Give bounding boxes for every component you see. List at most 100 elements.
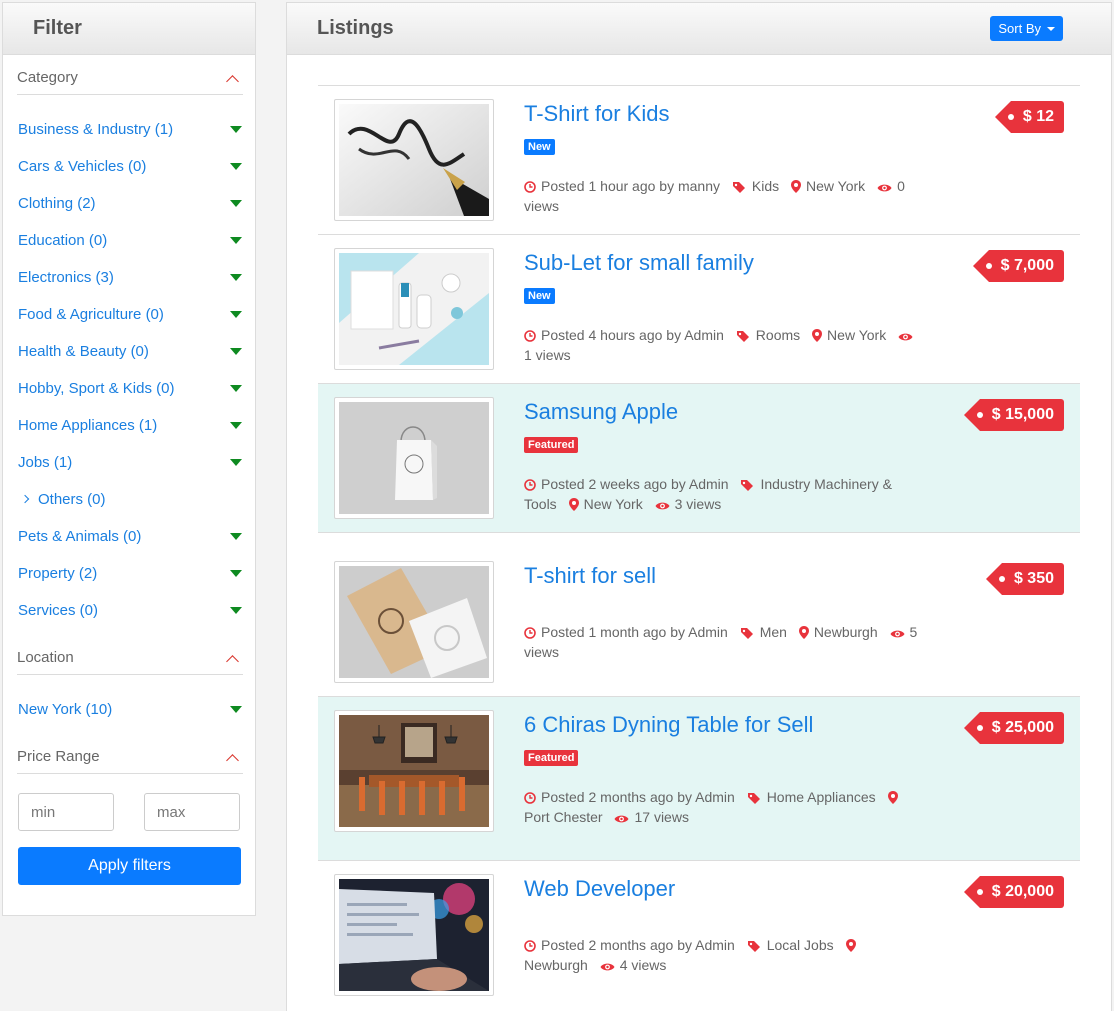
listing-location[interactable]: Newburgh [524,957,588,973]
category-item[interactable]: Electronics (3) [18,265,244,289]
category-item[interactable]: Food & Agriculture (0) [18,302,244,326]
listing-thumbnail[interactable] [334,397,494,519]
listing-image [339,879,489,991]
listing-badge: New [524,288,555,304]
price-range-header[interactable]: Price Range [17,744,243,774]
clock-icon [524,940,536,952]
expand-triangle-icon[interactable] [230,569,242,577]
listing-thumbnail[interactable] [334,561,494,683]
category-item-label: Property (2) [18,564,98,582]
tag-icon [736,331,749,342]
listing-row[interactable]: Sub-Let for small family New Posted 4 hour… [318,235,1080,384]
expand-triangle-icon[interactable] [230,273,242,281]
min-price-input[interactable] [18,793,114,831]
category-item[interactable]: Hobby, Sport & Kids (0) [18,376,244,400]
location-item-new-york[interactable]: New York (10) [18,697,244,721]
category-item[interactable]: Others (0) [18,487,244,511]
listing-location[interactable]: New York [827,327,886,343]
map-pin-icon [798,626,809,639]
listing-category[interactable]: Rooms [756,327,800,343]
category-item[interactable]: Jobs (1) [18,450,244,474]
collapse-icon[interactable] [226,655,239,668]
category-item[interactable]: Services (0) [18,598,244,622]
listings-panel: Listings Sort By T-Shirt for Kids New Post… [286,2,1112,1011]
category-item[interactable]: Cars & Vehicles (0) [18,154,244,178]
listing-title[interactable]: Web Developer [524,876,675,902]
category-item[interactable]: Business & Industry (1) [18,117,244,141]
listing-meta: Posted 2 months ago by Admin Home Applia… [524,787,924,827]
category-item-label: Others (0) [38,490,106,508]
price-tag: $ 350 [985,563,1064,595]
price-range-label: Price Range [17,748,100,765]
listing-row[interactable]: Samsung Apple Featured Posted 2 weeks ago … [318,384,1080,533]
listing-title[interactable]: Samsung Apple [524,399,678,425]
map-pin-icon [845,939,856,952]
expand-triangle-icon[interactable] [230,125,242,133]
eye-icon [655,502,670,510]
listing-thumbnail[interactable] [334,248,494,370]
apply-filters-button[interactable]: Apply filters [18,847,241,885]
category-item-label: Clothing (2) [18,194,96,212]
expand-triangle-icon[interactable] [230,421,242,429]
category-item[interactable]: Health & Beauty (0) [18,339,244,363]
listing-title[interactable]: Sub-Let for small family [524,250,754,276]
chevron-right-icon[interactable] [20,494,30,503]
category-item-label: Pets & Animals (0) [18,527,142,545]
sort-by-label: Sort By [998,21,1041,36]
expand-triangle-icon[interactable] [230,458,242,466]
max-price-input[interactable] [144,793,240,831]
map-pin-icon [568,498,579,511]
expand-triangle-icon[interactable] [230,236,242,244]
listing-category[interactable]: Local Jobs [767,937,834,953]
expand-triangle-icon[interactable] [230,199,242,207]
listing-thumbnail[interactable] [334,710,494,832]
listing-location[interactable]: New York [806,178,865,194]
collapse-icon[interactable] [226,75,239,88]
listing-meta: Posted 1 hour ago by manny Kids New York… [524,176,924,216]
listing-title[interactable]: 6 Chiras Dyning Table for Sell [524,712,813,738]
listing-thumbnail[interactable] [334,99,494,221]
listing-views: 1 views [524,347,571,363]
category-item[interactable]: Home Appliances (1) [18,413,244,437]
posted-info: Posted 2 weeks ago by Admin [541,476,729,492]
category-item-label: Business & Industry (1) [18,120,174,138]
category-item-label: Services (0) [18,601,99,619]
map-pin-icon [812,329,823,342]
listing-row[interactable]: T-Shirt for Kids New Posted 1 hour ago by … [318,86,1080,235]
category-item[interactable]: Education (0) [18,228,244,252]
expand-triangle-icon[interactable] [230,310,242,318]
listing-category[interactable]: Kids [752,178,779,194]
expand-triangle-icon[interactable] [230,162,242,170]
location-header[interactable]: Location [17,645,243,675]
price-tag: $ 20,000 [963,876,1064,908]
expand-triangle-icon[interactable] [230,606,242,614]
tag-icon [747,941,760,952]
collapse-icon[interactable] [226,754,239,767]
listing-thumbnail[interactable] [334,874,494,996]
listing-title[interactable]: T-Shirt for Kids [524,101,669,127]
category-item[interactable]: Pets & Animals (0) [18,524,244,548]
expand-triangle-icon[interactable] [230,347,242,355]
category-item[interactable]: Clothing (2) [18,191,244,215]
category-item[interactable]: Property (2) [18,561,244,585]
listing-row[interactable]: Web Developer Posted 2 months ago by Admi… [318,861,1080,1011]
category-header[interactable]: Category [17,65,243,95]
location-item-label: New York (10) [18,700,113,718]
expand-triangle-icon[interactable] [230,705,242,713]
listing-row[interactable]: T-shirt for sell Posted 1 month ago by Ad… [318,548,1080,697]
listing-row[interactable]: 6 Chiras Dyning Table for Sell Featured Po… [318,697,1080,861]
listing-category[interactable]: Men [760,624,787,640]
clock-icon [524,792,536,804]
expand-triangle-icon[interactable] [230,532,242,540]
listing-badge: New [524,139,555,155]
expand-triangle-icon[interactable] [230,384,242,392]
listing-title[interactable]: T-shirt for sell [524,563,656,589]
category-item-label: Cars & Vehicles (0) [18,157,147,175]
listing-category[interactable]: Home Appliances [767,789,876,805]
listing-badge: Featured [524,750,579,766]
sort-by-button[interactable]: Sort By [990,16,1063,41]
listing-location[interactable]: Newburgh [814,624,878,640]
listing-location[interactable]: Port Chester [524,809,603,825]
map-pin-icon [887,791,898,804]
listing-location[interactable]: New York [584,496,643,512]
